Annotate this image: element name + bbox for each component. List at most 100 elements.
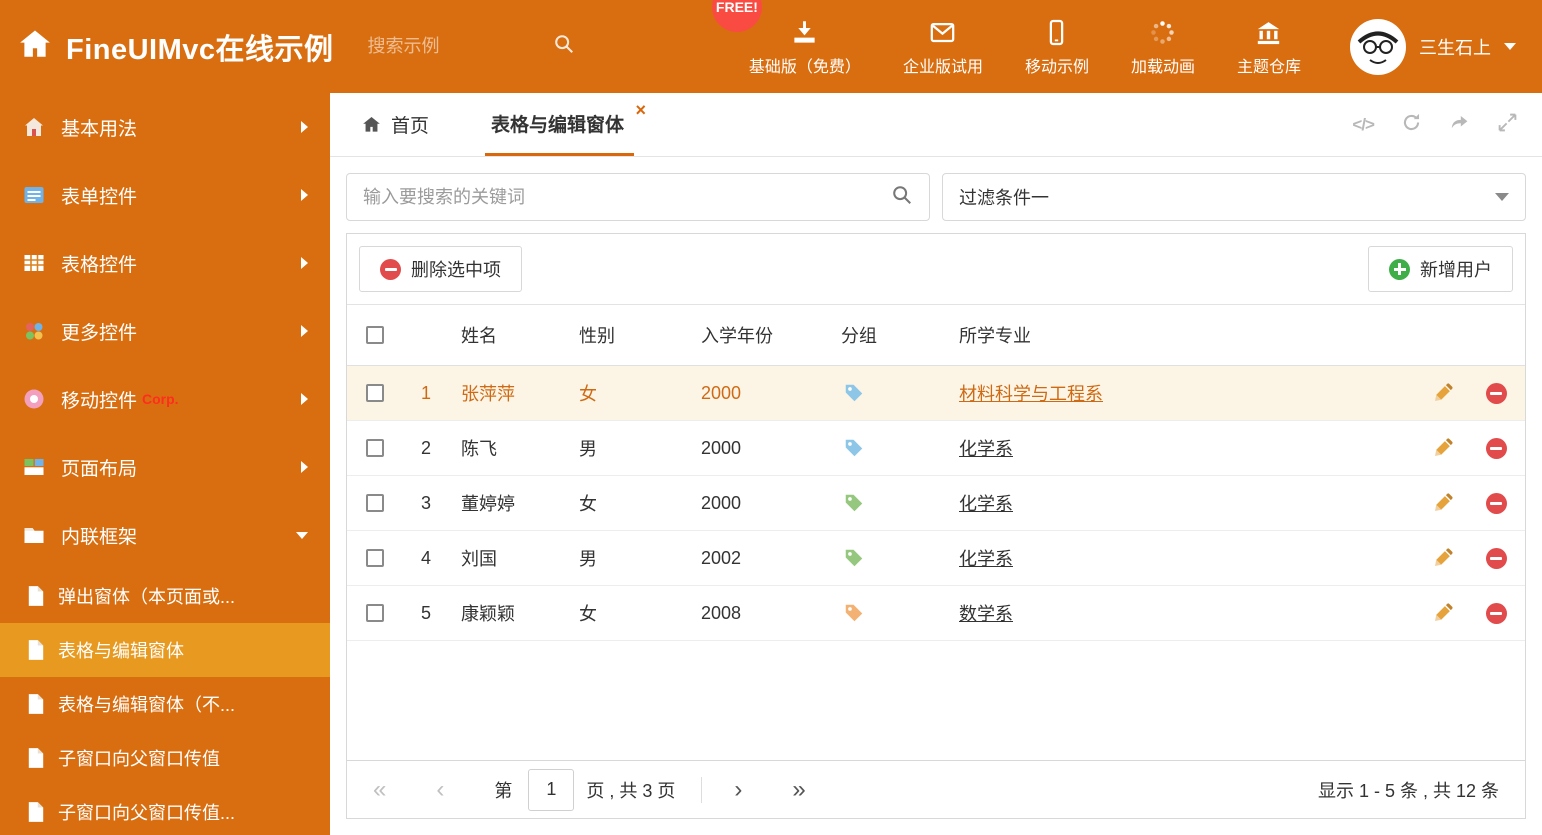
envelope-icon [929, 16, 956, 46]
share-icon[interactable] [1449, 112, 1470, 138]
edit-icon[interactable] [1432, 547, 1454, 569]
row-checkbox[interactable] [366, 384, 384, 402]
sidebar-subitem-popup-window[interactable]: 弹出窗体（本页面或... [0, 569, 330, 623]
source-code-icon[interactable]: </> [1352, 115, 1375, 135]
delete-row-icon[interactable] [1485, 602, 1507, 624]
filter-row: 过滤条件一 [346, 173, 1526, 221]
last-page-button[interactable]: » [792, 777, 805, 802]
major-link[interactable]: 材料科学与工程系 [959, 384, 1103, 404]
sidebar-item-table-controls[interactable]: 表格控件 [0, 229, 330, 297]
col-group: 分组 [841, 326, 877, 346]
chevron-right-icon [301, 189, 308, 201]
sidebar-item-form-controls[interactable]: 表单控件 [0, 161, 330, 229]
tab-actions: </> [1352, 93, 1518, 156]
prev-page-button[interactable]: ‹ [436, 777, 444, 802]
table-header-row: 姓名 性别 入学年份 分组 所学专业 [347, 304, 1525, 366]
minus-circle-icon [380, 258, 401, 280]
delete-row-icon[interactable] [1485, 547, 1507, 569]
file-icon [27, 639, 45, 661]
brand[interactable]: FineUIMvc在线示例 [0, 26, 334, 68]
sidebar-subitem-child-to-parent[interactable]: 子窗口向父窗口传值 [0, 731, 330, 785]
nav-theme-repository[interactable]: 主题仓库 [1216, 16, 1322, 77]
pagination-bar: « ‹ 第 页 , 共 3 页 › » 显示 1 - 5 条 , 共 12 条 [347, 760, 1525, 818]
filter-dropdown[interactable]: 过滤条件一 [942, 173, 1526, 221]
sidebar-item-mobile-controls[interactable]: 移动控件 Corp. [0, 365, 330, 433]
col-major: 所学专业 [959, 326, 1031, 346]
first-page-button[interactable]: « [373, 777, 386, 802]
dots-grid-icon [22, 319, 46, 343]
chevron-down-icon [1504, 43, 1516, 50]
home-icon [18, 27, 52, 66]
row-checkbox[interactable] [366, 494, 384, 512]
delete-row-icon[interactable] [1485, 492, 1507, 514]
form-icon [22, 183, 46, 207]
table-row[interactable]: 4 刘国 男 2002 化学系 [347, 531, 1525, 586]
divider [701, 776, 703, 803]
page-suffix-label: 页 , 共 3 页 [586, 780, 676, 801]
plus-circle-icon [1389, 258, 1410, 280]
sidebar-item-iframe[interactable]: 内联框架 [0, 501, 330, 569]
edit-icon[interactable] [1432, 382, 1454, 404]
nav-basic-edition[interactable]: FREE! 基础版（免费） [711, 0, 882, 77]
row-number: 2 [420, 437, 431, 458]
sidebar-subitem-grid-edit-window[interactable]: 表格与编辑窗体 [0, 623, 330, 677]
major-link[interactable]: 化学系 [959, 439, 1013, 459]
tab-grid-edit-window[interactable]: 表格与编辑窗体 × [485, 93, 646, 156]
sidebar-item-basic-usage[interactable]: 基本用法 [0, 93, 330, 161]
delete-row-icon[interactable] [1485, 382, 1507, 404]
row-checkbox[interactable] [366, 439, 384, 457]
table-row[interactable]: 2 陈飞 男 2000 化学系 [347, 421, 1525, 476]
sidebar-subitem-child-to-parent-2[interactable]: 子窗口向父窗口传值... [0, 785, 330, 835]
chevron-down-icon [1495, 193, 1509, 201]
major-link[interactable]: 数学系 [959, 604, 1013, 624]
expand-icon[interactable] [1497, 112, 1518, 138]
tab-home[interactable]: 首页 [346, 93, 445, 156]
delete-selected-button[interactable]: 删除选中项 [359, 246, 522, 292]
user-menu[interactable]: 三生石上 [1322, 18, 1542, 75]
cell-name: 康颖颖 [461, 604, 515, 624]
row-checkbox[interactable] [366, 604, 384, 622]
tag-icon [843, 437, 865, 459]
table-row[interactable]: 3 董婷婷 女 2000 化学系 [347, 476, 1525, 531]
header-search [367, 33, 593, 60]
cell-gender: 男 [579, 439, 597, 459]
bank-icon [1255, 16, 1282, 46]
cell-year: 2000 [701, 492, 742, 513]
sidebar-subitem-grid-edit-window-2[interactable]: 表格与编辑窗体（不... [0, 677, 330, 731]
refresh-icon[interactable] [1401, 112, 1422, 138]
row-number: 4 [420, 547, 431, 568]
cell-year: 2000 [701, 382, 742, 403]
select-all-checkbox[interactable] [366, 326, 384, 344]
nav-enterprise-trial[interactable]: 企业版试用 [882, 16, 1004, 77]
tag-icon [843, 547, 865, 569]
next-page-button[interactable]: › [734, 777, 742, 802]
search-icon[interactable] [553, 33, 575, 60]
sidebar-item-page-layout[interactable]: 页面布局 [0, 433, 330, 501]
delete-row-icon[interactable] [1485, 437, 1507, 459]
nav-mobile-demo[interactable]: 移动示例 [1004, 16, 1110, 77]
close-icon[interactable]: × [636, 101, 647, 119]
search-icon[interactable] [891, 184, 913, 211]
major-link[interactable]: 化学系 [959, 549, 1013, 569]
edit-icon[interactable] [1432, 437, 1454, 459]
chevron-down-icon [296, 531, 308, 539]
page-number-input[interactable] [528, 768, 575, 811]
edit-icon[interactable] [1432, 602, 1454, 624]
row-checkbox[interactable] [366, 549, 384, 567]
tag-icon [843, 492, 865, 514]
sidebar-item-more-controls[interactable]: 更多控件 [0, 297, 330, 365]
main-area: 基本用法 表单控件 表格控件 更多控件 移动控件 Corp. 页面布局 内联框架… [0, 93, 1542, 835]
mobile-icon [1043, 16, 1070, 46]
top-header: FineUIMvc在线示例 FREE! 基础版（免费） 企业版试用 [0, 0, 1542, 93]
file-icon [27, 801, 45, 823]
nav-loading-animation[interactable]: 加载动画 [1110, 16, 1216, 77]
major-link[interactable]: 化学系 [959, 494, 1013, 514]
add-user-button[interactable]: 新增用户 [1368, 246, 1513, 292]
tab-bar: 首页 表格与编辑窗体 × </> [330, 93, 1542, 157]
keyword-search-input[interactable] [363, 186, 891, 208]
table-row[interactable]: 5 康颖颖 女 2008 数学系 [347, 586, 1525, 641]
edit-icon[interactable] [1432, 492, 1454, 514]
header-search-input[interactable] [367, 36, 553, 57]
col-name: 姓名 [461, 326, 497, 346]
table-row[interactable]: 1 张萍萍 女 2000 材料科学与工程系 [347, 366, 1525, 421]
